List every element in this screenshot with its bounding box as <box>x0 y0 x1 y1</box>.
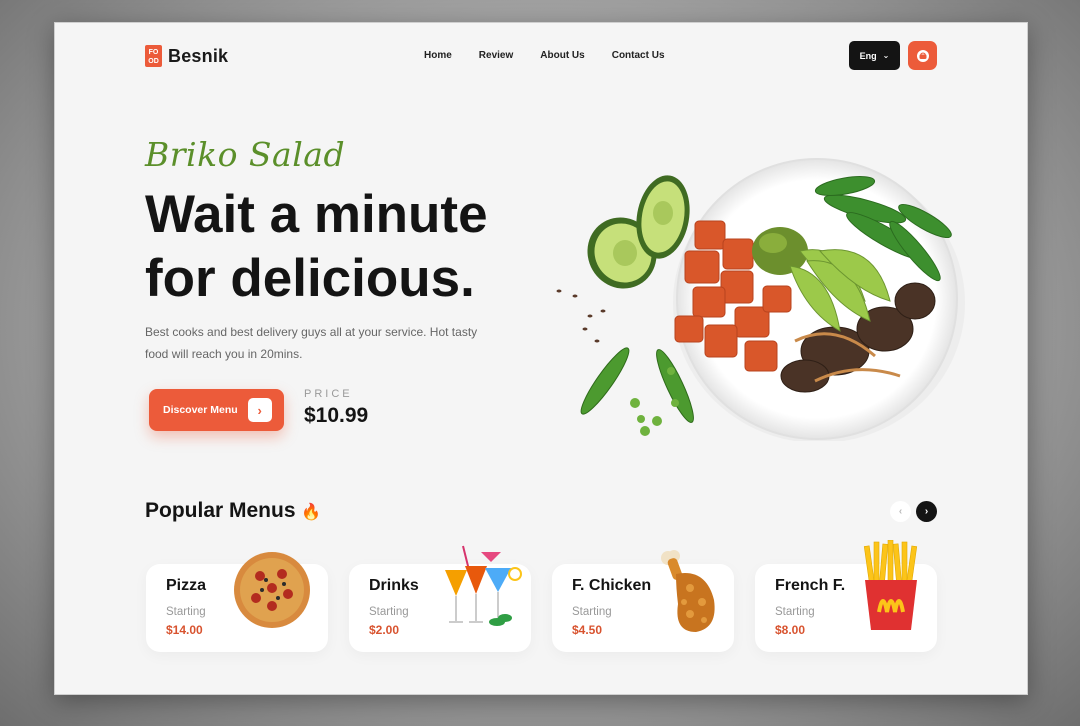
chevron-right-icon: › <box>924 506 929 517</box>
menu-card-pizza[interactable]: Pizza Starting $14.00 <box>146 552 328 652</box>
menu-card-starting: Starting <box>166 606 206 618</box>
chevron-left-icon: ‹ <box>898 506 903 517</box>
chevron-right-icon: › <box>247 398 272 422</box>
carousel-next-button[interactable]: › <box>916 501 937 522</box>
basket-icon <box>916 49 929 62</box>
popular-menus-title: Popular Menus 🔥 <box>145 499 321 523</box>
logo-mark-bottom: OD <box>148 58 159 65</box>
discover-menu-label: Discover Menu <box>163 404 238 416</box>
drinks-image <box>445 545 522 626</box>
brand-logo[interactable]: FO OD Besnik <box>145 45 228 67</box>
carousel-prev-button[interactable]: ‹ <box>890 501 911 522</box>
menu-card-drinks[interactable]: Drinks Starting $2.00 <box>349 545 531 652</box>
price-label: PRICE <box>304 388 353 400</box>
popular-menus-label: Popular Menus <box>145 499 296 522</box>
logo-mark-top: FO <box>148 49 159 56</box>
menu-card-starting: Starting <box>572 606 612 618</box>
language-select[interactable]: Eng ⌄ <box>849 41 900 70</box>
menu-card-price: $14.00 <box>166 623 203 637</box>
price-value: $10.99 <box>304 404 369 427</box>
discover-menu-button[interactable]: Discover Menu › <box>149 389 284 431</box>
menu-card-name: Drinks <box>369 577 419 594</box>
menu-card-fried-chicken[interactable]: F. Chicken Starting $4.50 <box>552 550 734 652</box>
nav-home[interactable]: Home <box>424 50 452 61</box>
hero-headline: Wait a minute for delicious. <box>145 185 488 308</box>
brand-name: Besnik <box>168 45 229 66</box>
language-value: Eng <box>859 50 877 61</box>
hero-script-title: Briko Salad <box>145 135 346 174</box>
menu-card-price: $8.00 <box>775 623 806 637</box>
menu-card-price: $2.00 <box>369 623 400 637</box>
salad-bowl-image <box>556 158 965 441</box>
main-nav: Home Review About Us Contact Us <box>424 50 665 61</box>
nav-review[interactable]: Review <box>479 50 513 61</box>
menu-card-price: $4.50 <box>572 623 603 637</box>
menu-card-french-fries[interactable]: French F. Starting $8.00 <box>755 540 937 652</box>
menu-card-name: Pizza <box>166 577 207 594</box>
fire-icon: 🔥 <box>301 504 322 521</box>
menu-card-starting: Starting <box>775 606 815 618</box>
menu-card-name: French F. <box>775 577 846 594</box>
landing-page: FO OD Besnik Home Review About Us Contac… <box>54 22 1028 695</box>
french-fries-image <box>863 540 918 630</box>
menu-card-name: F. Chicken <box>572 577 652 594</box>
nav-about-us[interactable]: About Us <box>540 50 584 61</box>
cart-button[interactable] <box>908 41 937 70</box>
chevron-down-icon: ⌄ <box>882 51 890 60</box>
hero-description: Best cooks and best delivery guys all at… <box>145 325 478 361</box>
menu-card-starting: Starting <box>369 606 409 618</box>
nav-contact-us[interactable]: Contact Us <box>612 50 665 61</box>
fried-chicken-image <box>661 550 715 632</box>
pizza-image <box>234 552 310 628</box>
logo-mark-icon: FO OD <box>145 45 162 67</box>
